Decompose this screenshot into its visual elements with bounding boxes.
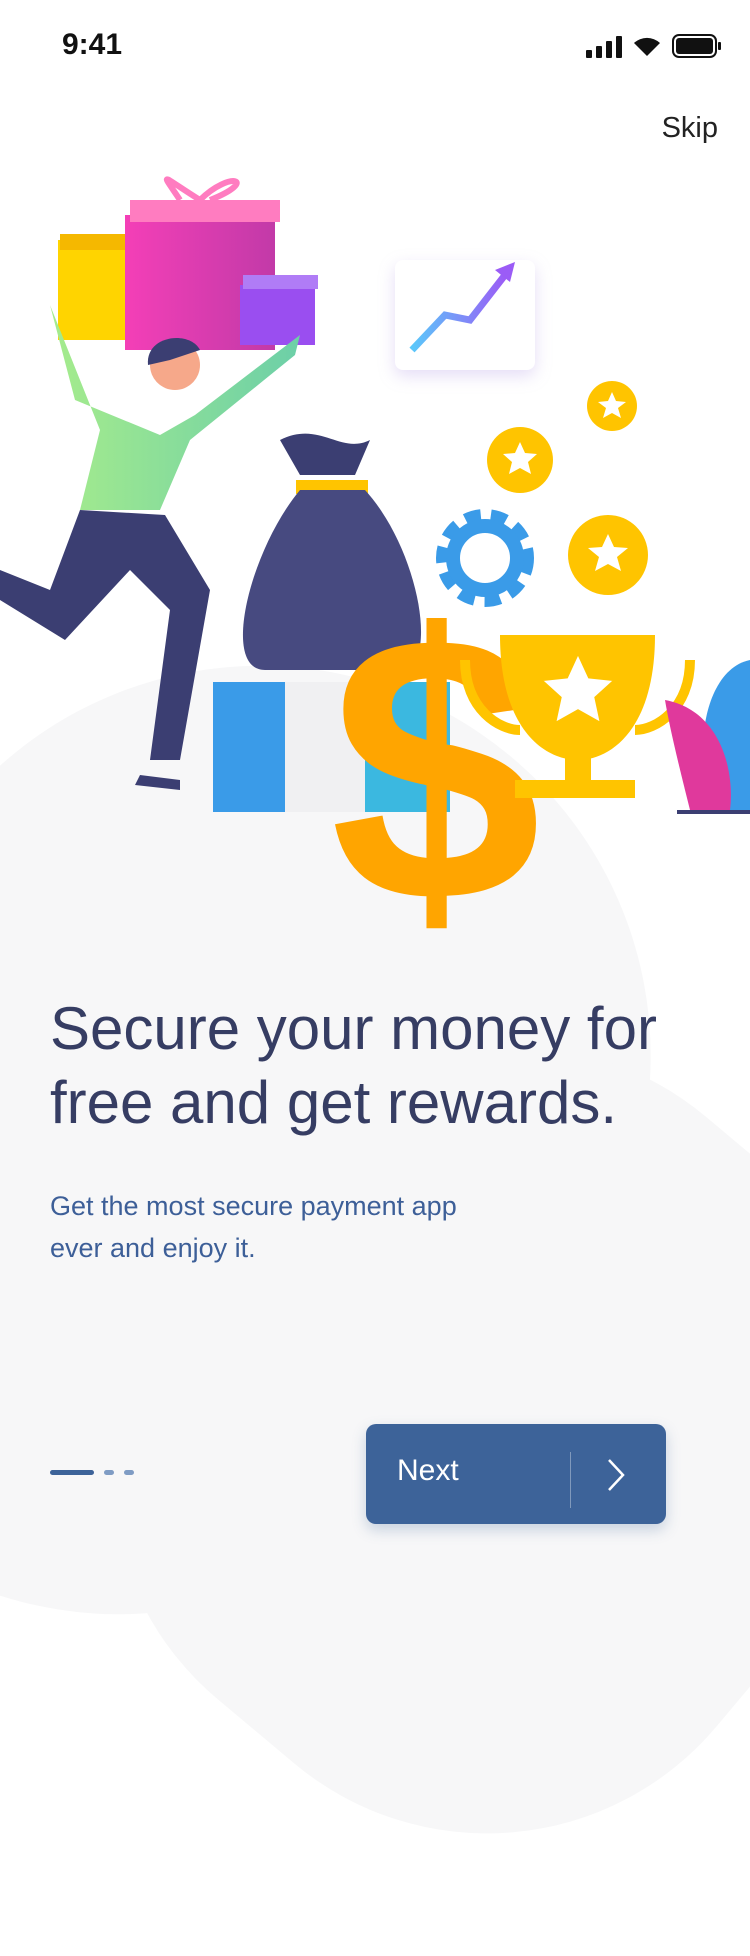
plant-leaves-icon	[665, 660, 750, 814]
status-time: 9:41	[62, 28, 123, 61]
page-dot-active[interactable]	[50, 1470, 94, 1475]
skip-button[interactable]: Skip	[662, 112, 718, 145]
status-bar: 9:41	[0, 0, 750, 90]
chevron-right-icon	[608, 1459, 625, 1491]
dollar-sign-icon: $	[330, 556, 541, 950]
page-dot[interactable]	[104, 1470, 114, 1475]
page-title: Secure your money for free and get rewar…	[50, 995, 657, 1136]
page-subtitle: Get the most secure payment app ever and…	[50, 1191, 457, 1263]
onboarding-illustration: $	[0, 176, 750, 950]
gift-boxes-icon	[58, 176, 318, 350]
signal-icon	[586, 36, 622, 58]
page-dot[interactable]	[124, 1470, 134, 1475]
battery-icon	[672, 34, 721, 58]
page-indicator	[50, 1470, 150, 1476]
next-label: Next	[397, 1454, 459, 1487]
chart-card-icon	[395, 260, 535, 370]
wifi-icon	[634, 37, 660, 56]
next-button[interactable]: Next	[366, 1424, 666, 1524]
button-divider	[570, 1452, 571, 1508]
